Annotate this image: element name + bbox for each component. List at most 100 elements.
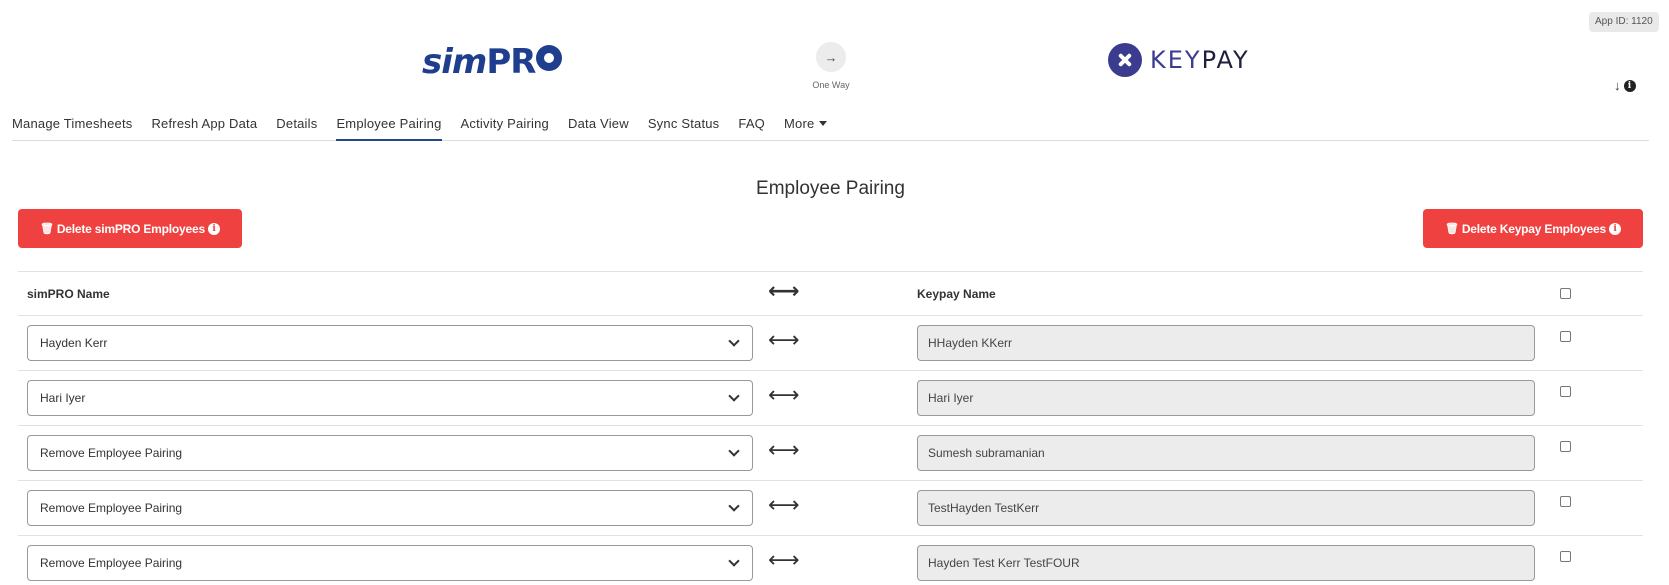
simpro-employee-select[interactable]: Remove Employee Pairing bbox=[27, 435, 753, 471]
table-row: Hari Iyer ⟷ Hari Iyer bbox=[18, 370, 1643, 426]
checkbox-cell bbox=[1546, 481, 1643, 536]
info-icon[interactable]: i bbox=[1608, 222, 1621, 235]
tab-data-view[interactable]: Data View bbox=[568, 108, 629, 141]
tab-employee-pairing[interactable]: Employee Pairing bbox=[336, 108, 442, 141]
table-header-row: simPRO Name ⟷ Keypay Name bbox=[18, 271, 1643, 316]
trash-icon: 🗑 bbox=[40, 223, 54, 235]
pairing-cell: ⟷ bbox=[753, 316, 910, 371]
keypay-employee-field: Hayden Test Kerr TestFOUR bbox=[917, 545, 1535, 582]
select-all-cell bbox=[1546, 272, 1643, 316]
simpro-cell: Remove Employee Pairing bbox=[18, 426, 753, 481]
table-row: Remove Employee Pairing ⟷ TestHayden Tes… bbox=[18, 480, 1643, 536]
checkbox-cell bbox=[1546, 316, 1643, 371]
simpro-employee-select[interactable]: Hayden Kerr bbox=[27, 325, 753, 361]
left-right-arrow-icon: ⟷ bbox=[768, 382, 800, 407]
simpro-cell: Hari Iyer bbox=[18, 371, 753, 426]
keypay-employee-field: Hari Iyer bbox=[917, 380, 1535, 416]
tab-more[interactable]: More bbox=[784, 108, 828, 141]
keypay-cell: TestHayden TestKerr bbox=[910, 481, 1546, 536]
pairing-cell: ⟷ bbox=[753, 426, 910, 481]
simpro-name-header: simPRO Name bbox=[27, 286, 110, 301]
left-right-arrow-icon: ⟷ bbox=[768, 492, 800, 517]
chevron-down-icon bbox=[728, 499, 740, 512]
simpro-logo: simPR bbox=[422, 42, 563, 82]
keypay-logo: KEYPAY bbox=[1108, 43, 1250, 77]
left-right-arrow-icon: ⟷ bbox=[768, 277, 800, 303]
simpro-employee-select[interactable]: Remove Employee Pairing bbox=[27, 545, 753, 582]
simpro-cell: Remove Employee Pairing bbox=[18, 536, 753, 585]
pairing-header-cell: ⟷ bbox=[753, 272, 910, 316]
app-id-badge: App ID: 1120 bbox=[1589, 12, 1659, 32]
chevron-down-icon bbox=[728, 444, 740, 457]
employee-pairing-table: simPRO Name ⟷ Keypay Name Hayden Kerr ⟷ … bbox=[18, 271, 1643, 585]
left-right-arrow-icon: ⟷ bbox=[768, 437, 800, 462]
tab-manage-timesheets[interactable]: Manage Timesheets bbox=[12, 108, 132, 141]
keypay-logo-key: KEY bbox=[1150, 46, 1202, 74]
simpro-employee-value: Remove Employee Pairing bbox=[40, 556, 183, 571]
select-all-checkbox[interactable] bbox=[1560, 288, 1571, 299]
simpro-cell: Hayden Kerr bbox=[18, 316, 753, 371]
checkbox-cell bbox=[1546, 426, 1643, 481]
keypay-logo-text: KEYPAY bbox=[1150, 46, 1250, 74]
simpro-employee-value: Remove Employee Pairing bbox=[40, 501, 183, 515]
sync-direction-label: One Way bbox=[812, 80, 850, 90]
tab-details[interactable]: Details bbox=[276, 108, 317, 141]
chevron-down-icon bbox=[728, 334, 740, 347]
simpro-gear-icon bbox=[536, 45, 563, 71]
keypay-employee-field: Sumesh subramanian bbox=[917, 435, 1535, 471]
row-checkbox[interactable] bbox=[1560, 386, 1571, 397]
row-checkbox[interactable] bbox=[1560, 551, 1571, 563]
simpro-employee-value: Remove Employee Pairing bbox=[40, 446, 183, 460]
chevron-down-icon bbox=[728, 555, 740, 567]
tab-activity-pairing[interactable]: Activity Pairing bbox=[461, 108, 549, 141]
delete-simpro-employees-button[interactable]: 🗑 Delete simPRO Employees i bbox=[18, 209, 242, 248]
page-title: Employee Pairing bbox=[756, 178, 905, 199]
pairing-cell: ⟷ bbox=[753, 481, 910, 536]
tab-refresh-app-data[interactable]: Refresh App Data bbox=[151, 108, 257, 141]
checkbox-cell bbox=[1546, 371, 1643, 426]
tab-faq[interactable]: FAQ bbox=[738, 108, 765, 141]
pairing-cell: ⟷ bbox=[753, 536, 910, 585]
keypay-logo-icon bbox=[1108, 43, 1142, 77]
info-icon[interactable]: i bbox=[207, 222, 220, 235]
simpro-employee-value: Hari Iyer bbox=[40, 391, 86, 405]
simpro-employee-select[interactable]: Hari Iyer bbox=[27, 380, 753, 416]
delete-keypay-employees-label: Delete Keypay Employees bbox=[1461, 221, 1606, 236]
simpro-logo-pro: PR bbox=[486, 42, 536, 82]
keypay-logo-pay: PAY bbox=[1201, 46, 1250, 74]
collapse-icon[interactable]: ↓ bbox=[1614, 78, 1621, 93]
left-right-arrow-icon: ⟷ bbox=[768, 327, 800, 352]
simpro-employee-value: Hayden Kerr bbox=[40, 336, 108, 350]
table-row: Remove Employee Pairing ⟷ Sumesh subrama… bbox=[18, 425, 1643, 481]
simpro-logo-text: sim bbox=[422, 42, 487, 82]
trash-icon: 🗑 bbox=[1445, 223, 1459, 235]
header-actions: ↓ i bbox=[1614, 78, 1636, 93]
delete-keypay-employees-button[interactable]: 🗑 Delete Keypay Employees i bbox=[1423, 209, 1643, 248]
keypay-employee-field: TestHayden TestKerr bbox=[917, 490, 1535, 526]
table-row: Hayden Kerr ⟷ HHayden KKerr bbox=[18, 315, 1643, 371]
row-checkbox[interactable] bbox=[1560, 441, 1571, 452]
checkbox-cell bbox=[1546, 536, 1643, 585]
delete-simpro-employees-label: Delete simPRO Employees bbox=[56, 221, 205, 236]
simpro-cell: Remove Employee Pairing bbox=[18, 481, 753, 536]
tab-more-label: More bbox=[784, 116, 815, 131]
pairing-cell: ⟷ bbox=[753, 371, 910, 426]
row-checkbox[interactable] bbox=[1560, 331, 1571, 342]
sync-direction[interactable]: → One Way bbox=[810, 42, 852, 90]
keypay-cell: Hayden Test Kerr TestFOUR bbox=[910, 536, 1546, 585]
tab-sync-status[interactable]: Sync Status bbox=[648, 108, 720, 141]
info-icon[interactable]: i bbox=[1623, 79, 1636, 92]
keypay-cell: Hari Iyer bbox=[910, 371, 1546, 426]
row-checkbox[interactable] bbox=[1560, 496, 1571, 507]
main-nav: Manage Timesheets Refresh App Data Detai… bbox=[12, 108, 1649, 141]
left-right-arrow-icon: ⟷ bbox=[768, 547, 800, 573]
keypay-cell: Sumesh subramanian bbox=[910, 426, 1546, 481]
simpro-employee-select[interactable]: Remove Employee Pairing bbox=[27, 490, 753, 526]
keypay-employee-field: HHayden KKerr bbox=[917, 325, 1535, 361]
keypay-name-header: Keypay Name bbox=[917, 286, 996, 301]
chevron-down-icon bbox=[728, 389, 740, 402]
arrow-right-icon[interactable]: → bbox=[816, 42, 846, 72]
table-row: Remove Employee Pairing ⟷ Hayden Test Ke… bbox=[18, 535, 1643, 585]
caret-down-icon bbox=[819, 121, 828, 126]
keypay-cell: HHayden KKerr bbox=[910, 316, 1546, 371]
